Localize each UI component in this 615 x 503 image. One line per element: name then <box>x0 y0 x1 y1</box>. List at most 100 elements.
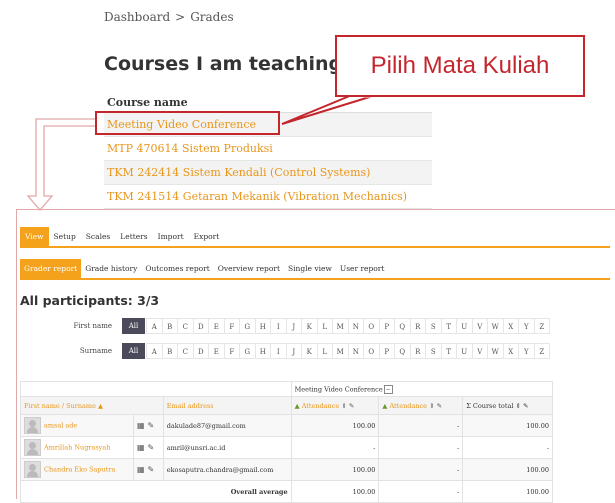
first-letter-z[interactable]: Z <box>533 318 550 334</box>
first-letter-y[interactable]: Y <box>518 318 535 334</box>
first-letter-w[interactable]: W <box>487 318 504 334</box>
surname-letter-j[interactable]: J <box>285 343 302 359</box>
breadcrumb-dashboard[interactable]: Dashboard <box>104 10 170 24</box>
sort-toggle-icon[interactable]: ⇕ <box>341 402 346 410</box>
tab-grade-history[interactable]: Grade history <box>81 259 141 278</box>
student-name-cell[interactable]: Amrillah Nugrasyah <box>20 436 134 459</box>
tab-import[interactable]: Import <box>153 227 189 246</box>
first-letter-u[interactable]: U <box>456 318 473 334</box>
tab-single-view[interactable]: Single view <box>284 259 336 278</box>
first-letter-b[interactable]: B <box>161 318 178 334</box>
first-letter-e[interactable]: E <box>208 318 225 334</box>
surname-letter-z[interactable]: Z <box>533 343 550 359</box>
first-letter-q[interactable]: Q <box>394 318 411 334</box>
surname-letter-s[interactable]: S <box>425 343 442 359</box>
surname-letter-x[interactable]: X <box>502 343 519 359</box>
surname-letter-f[interactable]: F <box>223 343 240 359</box>
surname-letter-d[interactable]: D <box>192 343 209 359</box>
student-name-cell[interactable]: amsal ade <box>20 414 134 437</box>
grade-cell[interactable]: - <box>378 436 464 459</box>
tab-setup[interactable]: Setup <box>49 227 81 246</box>
tab-user-report[interactable]: User report <box>336 259 389 278</box>
tab-export[interactable]: Export <box>189 227 225 246</box>
report-icon[interactable]: ▦ <box>137 443 145 452</box>
surname-letter-a[interactable]: A <box>146 343 163 359</box>
first-name-all-button[interactable]: All <box>122 318 145 334</box>
first-letter-h[interactable]: H <box>254 318 271 334</box>
surname-all-button[interactable]: All <box>122 343 145 359</box>
student-name[interactable]: Amrillah Nugrasyah <box>44 444 110 452</box>
first-letter-o[interactable]: O <box>363 318 380 334</box>
first-letter-m[interactable]: M <box>332 318 349 334</box>
surname-letter-o[interactable]: O <box>363 343 380 359</box>
report-icon[interactable]: ▦ <box>137 465 145 474</box>
tab-scales[interactable]: Scales <box>81 227 116 246</box>
first-letter-t[interactable]: T <box>440 318 457 334</box>
attendance-2-header[interactable]: ▲ Attendance ⇕ ✎ <box>378 396 464 415</box>
surname-letter-m[interactable]: M <box>332 343 349 359</box>
surname-letter-h[interactable]: H <box>254 343 271 359</box>
surname-letter-i[interactable]: I <box>270 343 287 359</box>
edit-icon[interactable]: ✎ <box>147 443 155 452</box>
first-letter-j[interactable]: J <box>285 318 302 334</box>
surname-letter-y[interactable]: Y <box>518 343 535 359</box>
first-letter-d[interactable]: D <box>192 318 209 334</box>
course-link-getaran-mekanik[interactable]: TKM 241514 Getaran Mekanik (Vibration Me… <box>104 185 432 209</box>
surname-letter-u[interactable]: U <box>456 343 473 359</box>
grade-cell[interactable]: 100.00 <box>290 458 380 481</box>
tab-grader-report[interactable]: Grader report <box>20 259 82 278</box>
grade-cell[interactable]: - <box>378 458 464 481</box>
first-letter-v[interactable]: V <box>471 318 488 334</box>
surname-letter-q[interactable]: Q <box>394 343 411 359</box>
edit-icon[interactable]: ✎ <box>147 421 155 430</box>
surname-letter-k[interactable]: K <box>301 343 318 359</box>
email-column-header[interactable]: Email address <box>162 396 292 415</box>
tab-letters[interactable]: Letters <box>115 227 152 246</box>
first-letter-g[interactable]: G <box>239 318 256 334</box>
edit-icon[interactable]: ✎ <box>437 402 442 410</box>
first-letter-a[interactable]: A <box>146 318 163 334</box>
first-letter-f[interactable]: F <box>223 318 240 334</box>
sort-toggle-icon[interactable]: ⇕ <box>429 402 434 410</box>
surname-letter-v[interactable]: V <box>471 343 488 359</box>
first-letter-k[interactable]: K <box>301 318 318 334</box>
first-letter-p[interactable]: P <box>378 318 395 334</box>
student-name[interactable]: Chandra Eko Saputra <box>44 466 115 474</box>
grade-cell[interactable]: - <box>378 414 464 437</box>
sort-toggle-icon[interactable]: ⇕ <box>515 402 520 410</box>
surname-letter-c[interactable]: C <box>177 343 194 359</box>
course-link-sistem-kendali[interactable]: TKM 242414 Sistem Kendali (Control Syste… <box>104 161 432 185</box>
first-letter-s[interactable]: S <box>425 318 442 334</box>
first-letter-r[interactable]: R <box>409 318 426 334</box>
surname-letter-p[interactable]: P <box>378 343 395 359</box>
first-letter-c[interactable]: C <box>177 318 194 334</box>
collapse-icon[interactable]: − <box>383 384 393 394</box>
first-letter-n[interactable]: N <box>347 318 364 334</box>
attendance-1-header[interactable]: ▲ Attendance ⇕ ✎ <box>290 396 380 415</box>
tab-view[interactable]: View <box>20 227 49 246</box>
surname-letter-g[interactable]: G <box>239 343 256 359</box>
name-column-header[interactable]: First name / Surname ▲ <box>20 396 164 415</box>
surname-letter-r[interactable]: R <box>409 343 426 359</box>
first-letter-i[interactable]: I <box>270 318 287 334</box>
edit-icon[interactable]: ✎ <box>349 402 354 410</box>
report-icon[interactable]: ▦ <box>137 421 145 430</box>
sort-asc-icon[interactable]: ▲ <box>98 402 103 410</box>
student-name-cell[interactable]: Chandra Eko Saputra <box>20 458 134 481</box>
surname-letter-t[interactable]: T <box>440 343 457 359</box>
surname-letter-l[interactable]: L <box>316 343 333 359</box>
edit-icon[interactable]: ✎ <box>147 465 155 474</box>
edit-icon[interactable]: ✎ <box>523 402 528 410</box>
grade-cell[interactable]: 100.00 <box>290 414 380 437</box>
course-total-header[interactable]: Σ Course total ⇕ ✎ <box>462 396 553 415</box>
course-link-sistem-produksi[interactable]: MTP 470614 Sistem Produksi <box>104 137 432 161</box>
first-letter-x[interactable]: X <box>502 318 519 334</box>
student-name[interactable]: amsal ade <box>44 422 77 430</box>
first-letter-l[interactable]: L <box>316 318 333 334</box>
surname-letter-b[interactable]: B <box>161 343 178 359</box>
surname-letter-e[interactable]: E <box>208 343 225 359</box>
surname-letter-w[interactable]: W <box>487 343 504 359</box>
tab-outcomes-report[interactable]: Outcomes report <box>141 259 213 278</box>
surname-letter-n[interactable]: N <box>347 343 364 359</box>
tab-overview-report[interactable]: Overview report <box>214 259 284 278</box>
